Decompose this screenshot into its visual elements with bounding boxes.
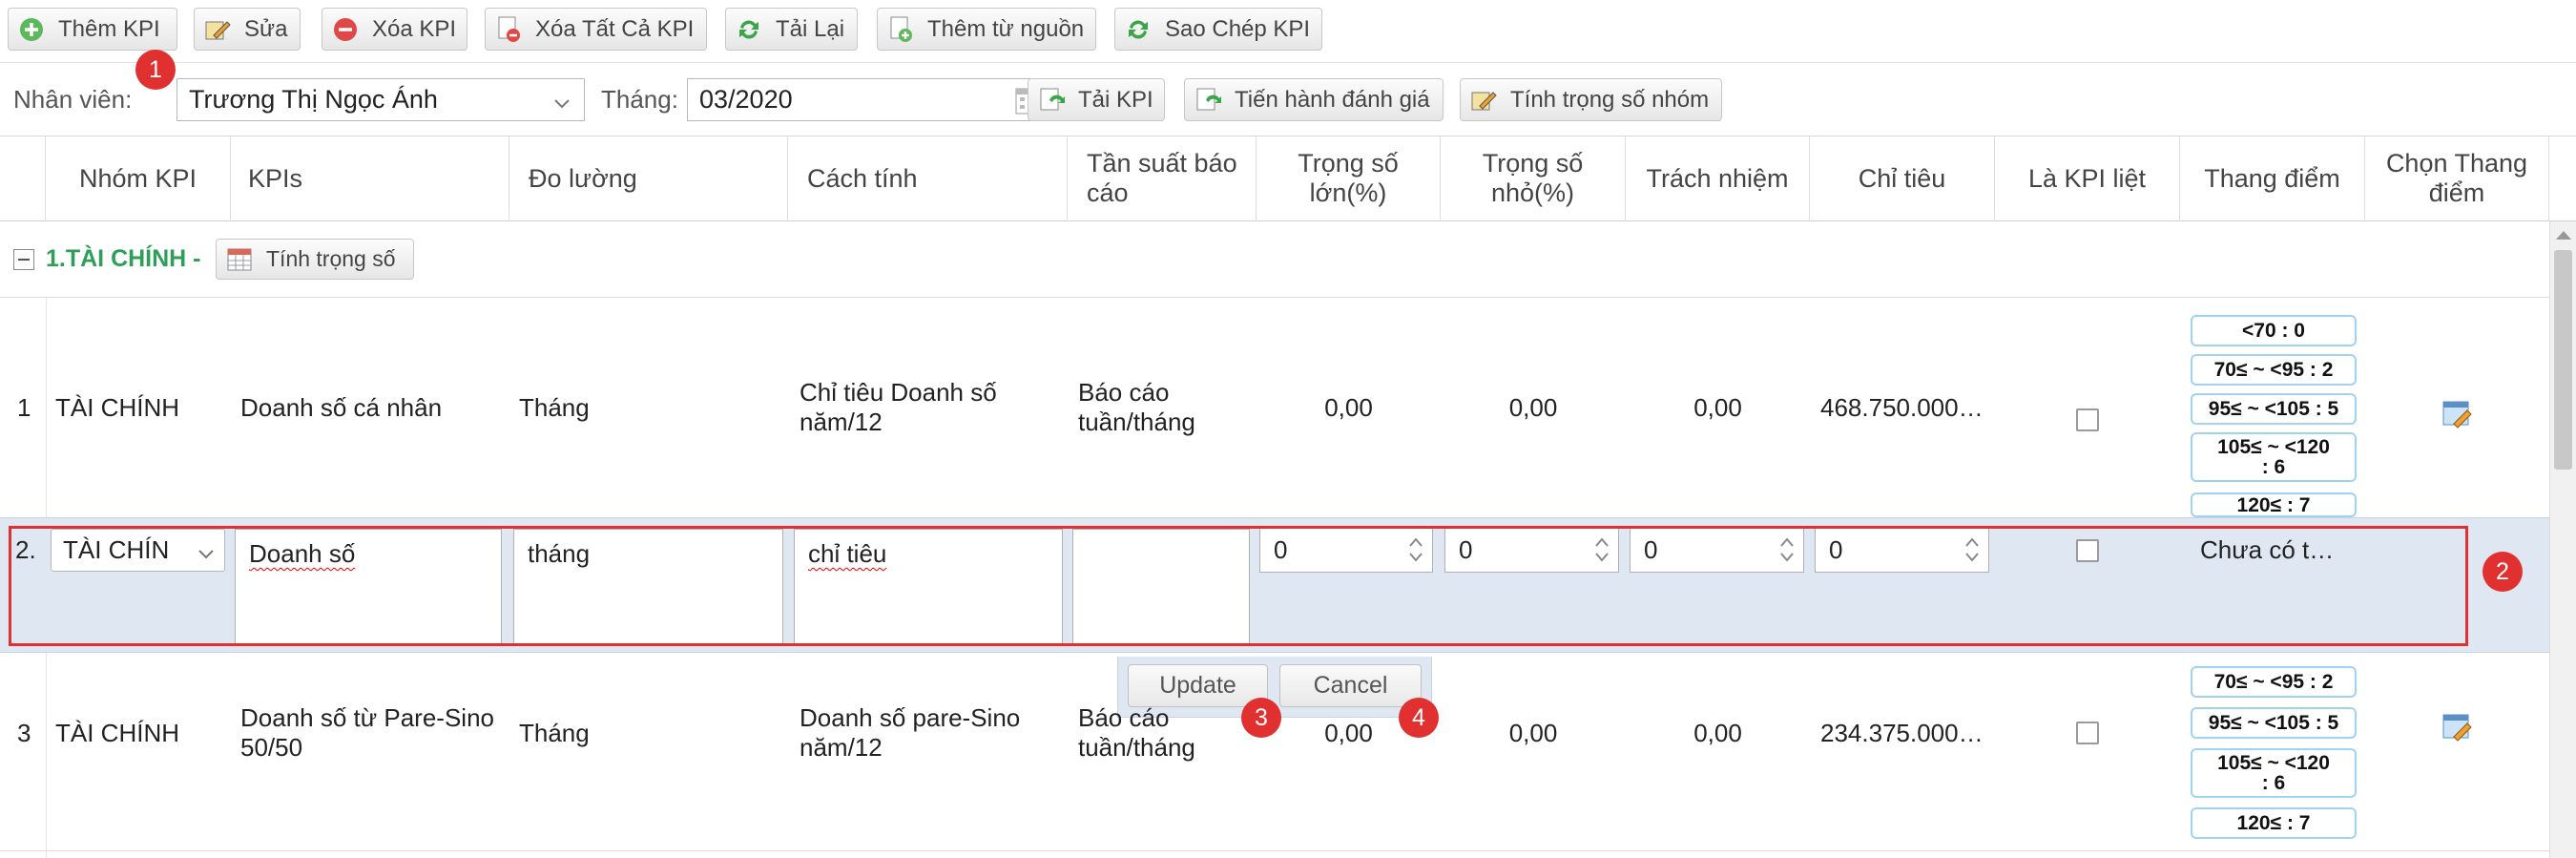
row-number: 1	[17, 392, 31, 422]
target-cell: 468.750.000…	[1820, 392, 1984, 422]
edit-row-highlight	[9, 526, 2468, 646]
scale-badge: 70≤ ~ <95 : 2	[2191, 354, 2357, 386]
table-icon	[226, 246, 253, 273]
kpi-group-cell: TÀI CHÍNH	[55, 718, 179, 747]
delete-document-icon	[495, 16, 522, 43]
weight-big-cell: 0,00	[1324, 392, 1373, 422]
row-number: 3	[17, 718, 31, 747]
collapse-icon[interactable]	[13, 249, 34, 270]
step-marker-2: 2	[2483, 552, 2523, 592]
employee-value: Trương Thị Ngọc Ánh	[189, 85, 438, 114]
add-from-source-button[interactable]: Thêm từ nguồn	[877, 8, 1096, 51]
responsibility-cell: 0,00	[1693, 718, 1742, 747]
kpi-name-cell: Doanh số cá nhân	[240, 392, 443, 422]
add-kpi-label: Thêm KPI	[58, 15, 160, 42]
weight-small-cell: 0,00	[1508, 718, 1558, 747]
employee-select[interactable]: Trương Thị Ngọc Ánh	[177, 78, 585, 121]
step-marker-3: 3	[1241, 698, 1281, 738]
load-kpi-label: Tải KPI	[1078, 86, 1153, 113]
evaluate-label: Tiến hành đánh giá	[1235, 86, 1430, 113]
vertical-scrollbar[interactable]	[2549, 221, 2576, 858]
header-measure[interactable]: Đo lường	[509, 136, 788, 221]
calc-weight-label: Tính trọng số	[266, 246, 396, 271]
header-row-number	[0, 136, 46, 221]
edit-label: Sửa	[244, 15, 288, 42]
scale-badge: 120≤ : 7	[2191, 807, 2357, 839]
evaluate-icon	[1195, 87, 1221, 114]
critical-kpi-checkbox[interactable]	[2076, 408, 2099, 431]
table-row[interactable]: 3 TÀI CHÍNH Doanh số từ Pare-Sino 50/50 …	[0, 655, 2549, 851]
reload-label: Tải Lại	[776, 15, 845, 42]
frequency-cell: Báo cáo tuần/tháng	[1078, 378, 1195, 436]
header-is-critical-kpi[interactable]: Là KPI liệt	[1995, 136, 2180, 221]
group-weight-button[interactable]: Tính trọng số nhóm	[1460, 78, 1722, 121]
scrollbar-thumb[interactable]	[2554, 250, 2572, 470]
header-kpis[interactable]: KPIs	[231, 136, 509, 221]
scale-badge: <70 : 0	[2191, 315, 2357, 346]
edit-button[interactable]: Sửa	[194, 8, 301, 51]
header-weight-small[interactable]: Trọng số nhỏ(%)	[1441, 136, 1626, 221]
group-weight-label: Tính trọng số nhóm	[1510, 86, 1710, 113]
scale-badge: 95≤ ~ <105 : 5	[2191, 393, 2357, 425]
calculation-cell: Doanh số pare-Sino năm/12	[800, 703, 1021, 762]
header-scale[interactable]: Thang điểm	[2180, 136, 2365, 221]
month-label: Tháng:	[601, 85, 678, 114]
edit-icon	[1470, 87, 1497, 114]
scale-badge: 105≤ ~ <120 : 6	[2191, 748, 2357, 798]
group-title: 1.TÀI CHÍNH -	[46, 245, 201, 272]
calc-weight-button[interactable]: Tính trọng số	[216, 239, 414, 280]
scale-badge: 95≤ ~ <105 : 5	[2191, 707, 2357, 739]
header-kpi-group[interactable]: Nhóm KPI	[46, 136, 231, 221]
evaluate-button[interactable]: Tiến hành đánh giá	[1184, 78, 1444, 121]
critical-kpi-checkbox[interactable]	[2076, 722, 2099, 744]
chevron-down-icon	[553, 89, 571, 118]
choose-scale-icon[interactable]	[2442, 401, 2473, 434]
load-document-icon	[1038, 87, 1065, 114]
table-row[interactable]: 1 TÀI CHÍNH Doanh số cá nhân Tháng Chỉ t…	[0, 298, 2549, 517]
copy-refresh-icon	[1125, 16, 1152, 43]
measure-cell: Tháng	[519, 392, 590, 422]
add-kpi-button[interactable]: Thêm KPI	[8, 8, 177, 51]
kpi-group-cell: TÀI CHÍNH	[55, 392, 179, 422]
delete-kpi-button[interactable]: Xóa KPI	[322, 8, 467, 51]
target-cell: 234.375.000…	[1820, 718, 1984, 747]
month-value: 03/2020	[699, 85, 793, 114]
measure-cell: Tháng	[519, 718, 590, 747]
scale-badge: 70≤ ~ <95 : 2	[2191, 666, 2357, 698]
weight-small-cell: 0,00	[1508, 392, 1558, 422]
header-weight-big[interactable]: Trọng số lớn(%)	[1257, 136, 1441, 221]
delete-all-kpi-button[interactable]: Xóa Tất Cả KPI	[485, 8, 707, 51]
add-document-icon	[887, 16, 914, 43]
add-from-source-label: Thêm từ nguồn	[927, 15, 1085, 42]
minus-circle-icon	[332, 16, 359, 43]
choose-scale-icon[interactable]	[2442, 714, 2473, 747]
scale-badge: 105≤ ~ <120 : 6	[2191, 432, 2357, 482]
delete-all-kpi-label: Xóa Tất Cả KPI	[535, 15, 695, 42]
frequency-cell: Báo cáo tuần/tháng	[1078, 703, 1195, 762]
header-choose-scale[interactable]: Chọn Thang điểm	[2365, 136, 2549, 221]
responsibility-cell: 0,00	[1693, 392, 1742, 422]
header-target[interactable]: Chỉ tiêu	[1810, 136, 1995, 221]
plus-circle-icon	[18, 16, 45, 43]
step-marker-1: 1	[135, 50, 176, 90]
reload-button[interactable]: Tải Lại	[725, 8, 858, 51]
employee-label: Nhân viên:	[13, 85, 133, 114]
copy-kpi-label: Sao Chép KPI	[1165, 15, 1311, 42]
scale-badge: 120≤ : 7	[2191, 492, 2357, 517]
delete-kpi-label: Xóa KPI	[372, 15, 457, 42]
scroll-up-arrow-icon[interactable]	[2556, 231, 2571, 240]
header-frequency[interactable]: Tần suất báo cáo	[1068, 136, 1257, 221]
month-input[interactable]: 03/2020	[687, 78, 1054, 121]
edit-icon	[204, 16, 231, 43]
step-marker-4: 4	[1399, 698, 1439, 738]
kpi-name-cell: Doanh số từ Pare-Sino 50/50	[240, 703, 494, 762]
refresh-icon	[736, 16, 762, 43]
copy-kpi-button[interactable]: Sao Chép KPI	[1114, 8, 1322, 51]
header-calculation[interactable]: Cách tính	[788, 136, 1068, 221]
calculation-cell: Chỉ tiêu Doanh số năm/12	[800, 378, 997, 436]
load-kpi-button[interactable]: Tải KPI	[1028, 78, 1165, 121]
header-responsibility[interactable]: Trách nhiệm	[1626, 136, 1810, 221]
